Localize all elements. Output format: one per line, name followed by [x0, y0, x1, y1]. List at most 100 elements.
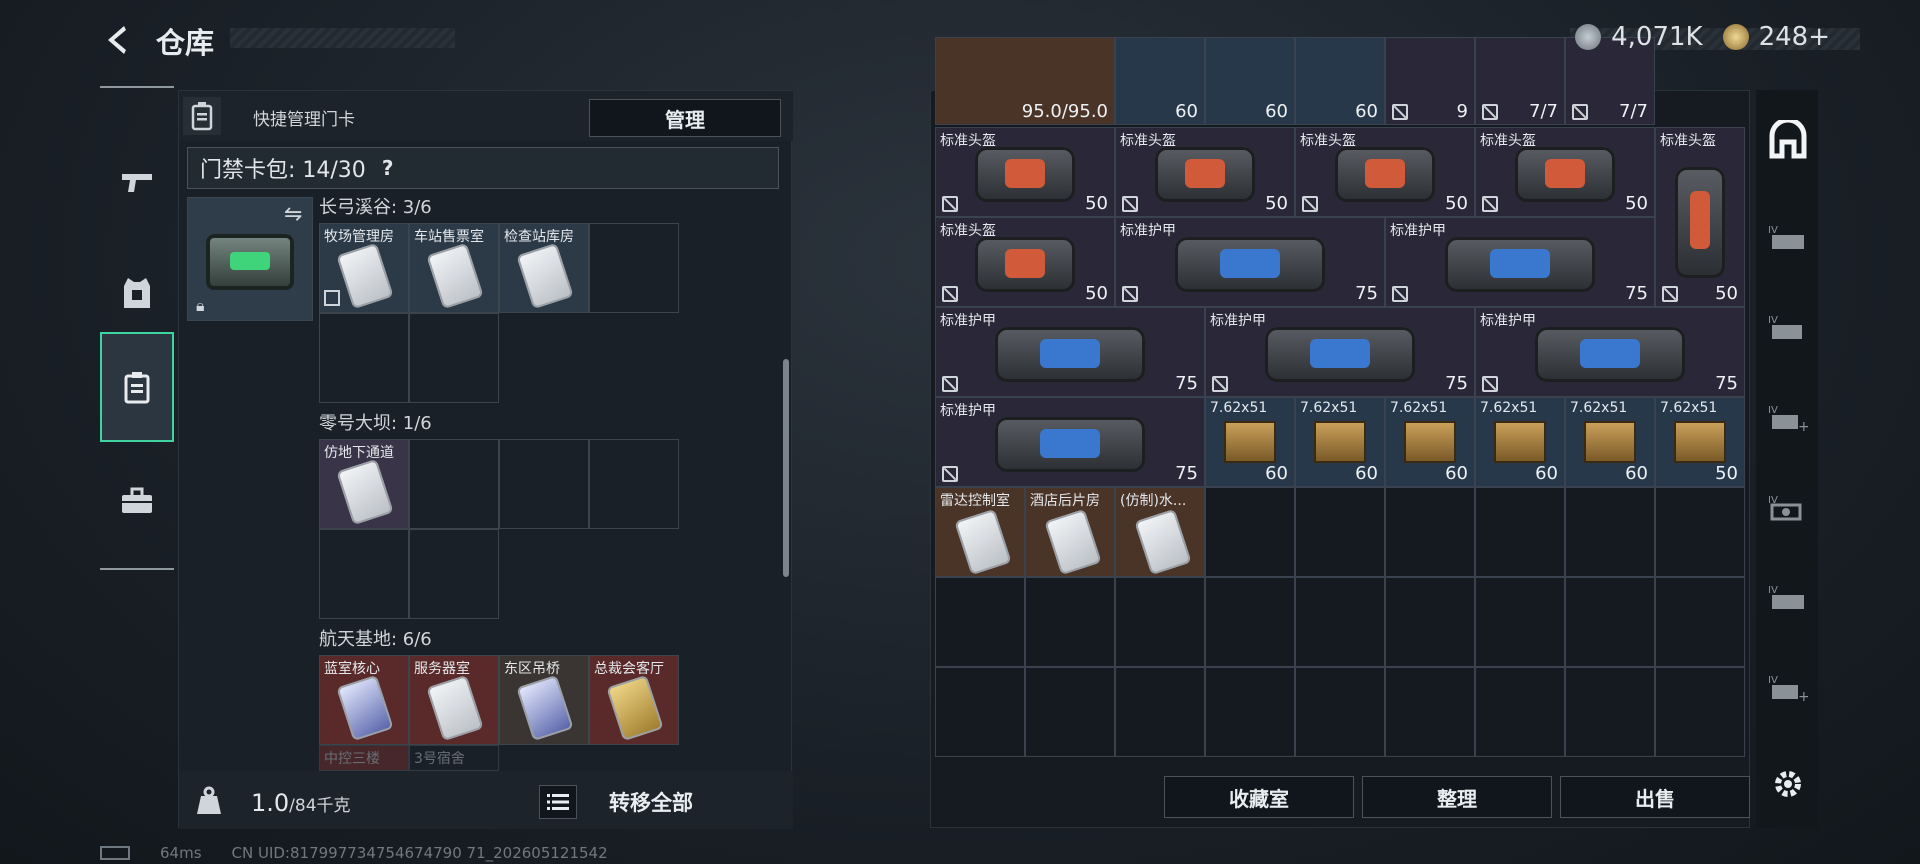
target-iv-icon[interactable]: IV	[1766, 486, 1810, 530]
keycard-slot[interactable]: 仿地下通道	[319, 439, 409, 529]
ammo-item[interactable]: 7.62x51 60	[1565, 397, 1655, 487]
armor-item[interactable]: 标准护甲 75	[1115, 217, 1385, 307]
ammo-item[interactable]: 7.62x51 60	[1475, 397, 1565, 487]
empty-slot[interactable]	[1205, 487, 1295, 577]
helmet-item[interactable]: 标准头盔 50	[1295, 127, 1475, 217]
armor-item[interactable]: 标准护甲 75	[1475, 307, 1745, 397]
scrollbar[interactable]	[783, 359, 789, 577]
empty-slot[interactable]	[1565, 577, 1655, 667]
settings-icon[interactable]	[1766, 762, 1810, 806]
empty-slot[interactable]	[409, 439, 499, 529]
helmet-item[interactable]: 标准头盔 50	[935, 217, 1115, 307]
empty-slot[interactable]	[1205, 577, 1295, 667]
helmet-item[interactable]: 标准头盔 50	[1475, 127, 1655, 217]
armor-item[interactable]: 标准护甲 75	[1385, 217, 1655, 307]
item-count: 7/7	[1529, 101, 1558, 122]
keycard-slot[interactable]: 牧场管理房	[319, 223, 409, 313]
ammo-item[interactable]: 7.62x51 60	[1205, 397, 1295, 487]
keycard-item[interactable]: 雷达控制室	[935, 487, 1025, 577]
empty-slot[interactable]	[935, 667, 1025, 757]
storage-panel: 95.0/95.0 60 60 60 9 7/7 7/7 标准头盔 50 标准头盔 50 标准头盔 50…	[930, 37, 1750, 828]
top-item[interactable]: 9	[1385, 37, 1475, 125]
left-nav	[100, 86, 174, 570]
empty-slot[interactable]	[319, 529, 409, 619]
empty-slot[interactable]	[1655, 667, 1745, 757]
transfer-all-button[interactable]: 转移全部	[609, 787, 693, 817]
keycard-slot[interactable]: 3号宿舍	[409, 745, 499, 771]
top-item[interactable]: 60	[1115, 37, 1205, 125]
currency-b-value[interactable]: 248+	[1759, 22, 1830, 52]
container-iv-icon[interactable]: IV	[1766, 576, 1810, 620]
empty-slot[interactable]	[1655, 487, 1745, 577]
empty-slot[interactable]	[1295, 577, 1385, 667]
empty-slot[interactable]	[1385, 487, 1475, 577]
top-item[interactable]: 7/7	[1475, 37, 1565, 125]
keycard-item[interactable]: 酒店后片房	[1025, 487, 1115, 577]
empty-slot[interactable]	[1115, 577, 1205, 667]
collection-room-button[interactable]: 收藏室	[1164, 776, 1354, 818]
armor-item[interactable]: 标准护甲 75	[935, 307, 1205, 397]
top-item[interactable]: 60	[1205, 37, 1295, 125]
empty-slot[interactable]	[1475, 487, 1565, 577]
top-item[interactable]: 60	[1295, 37, 1385, 125]
list-view-button[interactable]	[539, 785, 577, 819]
sell-button[interactable]: 出售	[1560, 776, 1750, 818]
empty-slot[interactable]	[589, 223, 679, 313]
keycard-slot[interactable]: 总裁会客厅	[589, 655, 679, 745]
swap-icon[interactable]: ⇋	[284, 202, 302, 227]
empty-slot[interactable]	[499, 439, 589, 529]
sort-button[interactable]: 整理	[1362, 776, 1552, 818]
empty-slot[interactable]	[319, 313, 409, 403]
empty-slot[interactable]	[409, 529, 499, 619]
empty-slot[interactable]	[1475, 577, 1565, 667]
empty-slot[interactable]	[1025, 667, 1115, 757]
helmet-item[interactable]: 标准头盔 50	[935, 127, 1115, 217]
keycard-slot[interactable]: 蓝室核心	[319, 655, 409, 745]
no-insure-icon	[942, 466, 958, 482]
empty-slot[interactable]	[1025, 577, 1115, 667]
empty-slot[interactable]	[1205, 667, 1295, 757]
armor-item[interactable]: 标准护甲 75	[935, 397, 1205, 487]
add-iv-icon[interactable]: IV +	[1766, 396, 1810, 440]
keycard-slot[interactable]: 中控三楼	[319, 745, 409, 771]
folder-iv-icon[interactable]: IV	[1766, 306, 1810, 350]
empty-slot[interactable]	[1385, 577, 1475, 667]
keycard-slot[interactable]: 车站售票室	[409, 223, 499, 313]
empty-slot[interactable]	[1655, 577, 1745, 667]
ammo-crate-image	[1493, 420, 1547, 464]
helmet-item[interactable]: 标准头盔 50	[1115, 127, 1295, 217]
keycard-slot[interactable]: 检查站库房	[499, 223, 589, 313]
empty-slot[interactable]	[1565, 667, 1655, 757]
ammo-item[interactable]: 7.62x51 60	[1295, 397, 1385, 487]
keycard-case-slot[interactable]: ⇋ 🔒︎	[187, 197, 313, 321]
help-button[interactable]: ?	[382, 156, 394, 180]
helmet-item[interactable]: 标准头盔 50	[1655, 127, 1745, 307]
nav-items[interactable]	[100, 446, 174, 556]
keycard-slot[interactable]: 服务器室	[409, 655, 499, 745]
empty-slot[interactable]	[1475, 667, 1565, 757]
backpack-item[interactable]: 95.0/95.0	[935, 37, 1115, 125]
nav-weapons[interactable]	[100, 128, 174, 238]
empty-slot[interactable]	[1385, 667, 1475, 757]
armor-item[interactable]: 标准护甲 75	[1205, 307, 1475, 397]
empty-slot[interactable]	[1295, 667, 1385, 757]
back-button[interactable]	[100, 22, 136, 58]
nav-keycards[interactable]	[100, 332, 174, 442]
container-iv-icon[interactable]: IV	[1766, 216, 1810, 260]
keycard-slot[interactable]: 东区吊桥	[499, 655, 589, 745]
empty-slot[interactable]	[409, 313, 499, 403]
keycard-label: 检查站库房	[504, 229, 574, 245]
ammo-item[interactable]: 7.62x51 60	[1385, 397, 1475, 487]
home-shelter-icon[interactable]	[1766, 118, 1810, 162]
add-iv-icon[interactable]: IV +	[1766, 666, 1810, 710]
ammo-item[interactable]: 7.62x51 50	[1655, 397, 1745, 487]
no-insure-icon	[1482, 104, 1498, 120]
storage-actions: 收藏室 整理 出售	[1164, 776, 1750, 818]
manage-button[interactable]: 管理	[589, 99, 781, 137]
empty-slot[interactable]	[589, 439, 679, 529]
empty-slot[interactable]	[935, 577, 1025, 667]
keycard-item[interactable]: (仿制)水...	[1115, 487, 1205, 577]
empty-slot[interactable]	[1295, 487, 1385, 577]
empty-slot[interactable]	[1115, 667, 1205, 757]
empty-slot[interactable]	[1565, 487, 1655, 577]
